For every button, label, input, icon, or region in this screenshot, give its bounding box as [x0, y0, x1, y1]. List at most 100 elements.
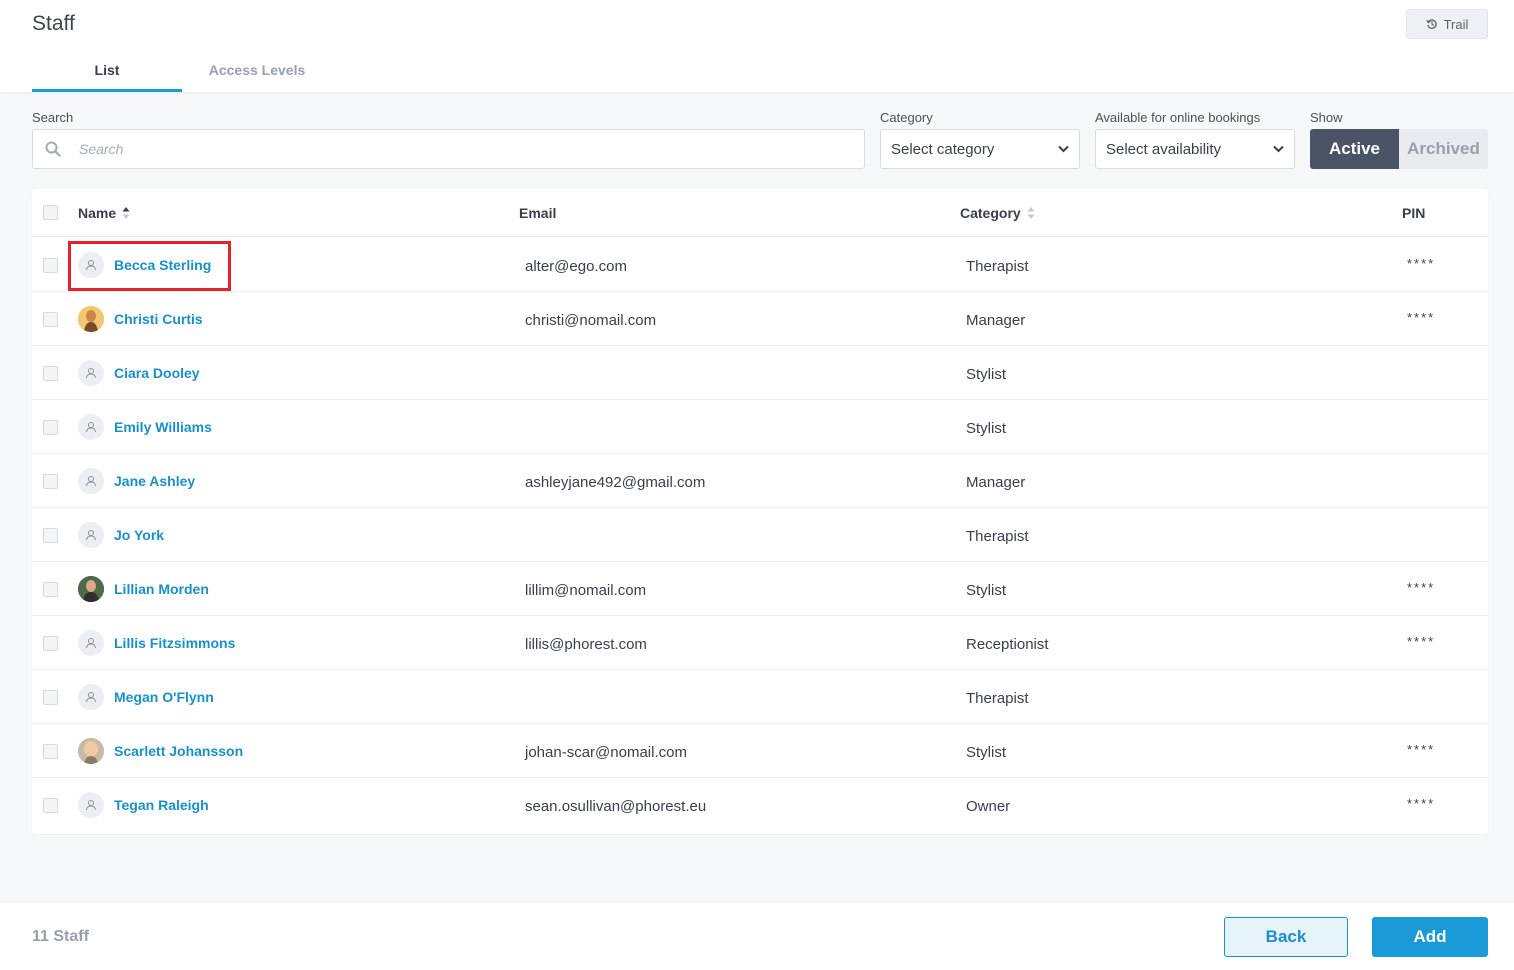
staff-category: Owner — [966, 798, 1011, 815]
table-row: Lillian Morden lillim@nomail.com Stylist… — [32, 562, 1488, 616]
row-checkbox[interactable] — [43, 474, 58, 489]
table-row: Tegan Raleigh sean.osullivan@phorest.eu … — [32, 778, 1488, 832]
search-input[interactable] — [79, 141, 839, 157]
table-row: Christi Curtis christi@nomail.com Manage… — [32, 292, 1488, 346]
availability-select-value: Select availability — [1106, 140, 1222, 158]
row-checkbox[interactable] — [43, 690, 58, 705]
show-archived-option[interactable]: Archived — [1399, 129, 1488, 169]
staff-category: Stylist — [966, 366, 1007, 383]
staff-name-link[interactable]: Lillian Morden — [114, 581, 209, 597]
staff-name-link[interactable]: Megan O'Flynn — [114, 689, 214, 705]
row-checkbox[interactable] — [43, 636, 58, 651]
staff-category: Therapist — [966, 258, 1029, 275]
staff-name-link[interactable]: Becca Sterling — [114, 257, 211, 273]
tab-bar: List Access Levels — [32, 54, 332, 92]
row-checkbox[interactable] — [43, 420, 58, 435]
row-checkbox[interactable] — [43, 312, 58, 327]
column-header-email: Email — [519, 205, 556, 221]
staff-name-link[interactable]: Emily Williams — [114, 419, 212, 435]
category-filter-label: Category — [880, 110, 933, 125]
trail-label: Trail — [1443, 16, 1469, 32]
column-header-name[interactable]: Name — [78, 205, 130, 221]
table-header: Name Email Category PIN — [32, 189, 1488, 237]
row-checkbox[interactable] — [43, 798, 58, 813]
person-photo-icon — [78, 576, 104, 602]
chevron-down-icon — [1058, 145, 1069, 153]
tab-list[interactable]: List — [32, 54, 182, 92]
staff-name-link[interactable]: Jane Ashley — [114, 473, 195, 489]
staff-email: sean.osullivan@phorest.eu — [525, 798, 707, 815]
table-row: Jo York Therapist — [32, 508, 1488, 562]
staff-category: Manager — [966, 474, 1026, 491]
user-icon — [86, 800, 96, 811]
staff-name-link[interactable]: Tegan Raleigh — [114, 797, 209, 813]
category-select[interactable]: Select category — [880, 129, 1080, 169]
staff-category: Stylist — [966, 744, 1007, 761]
staff-email: lillis@phorest.com — [525, 636, 647, 653]
user-icon — [86, 476, 96, 487]
staff-table: Name Email Category PIN Becca Sterling a… — [32, 189, 1488, 834]
row-checkbox[interactable] — [43, 528, 58, 543]
staff-name-link[interactable]: Christi Curtis — [114, 311, 203, 327]
table-row: Emily Williams Stylist — [32, 400, 1488, 454]
staff-category: Stylist — [966, 582, 1007, 599]
staff-category: Therapist — [966, 690, 1029, 707]
column-header-pin: PIN — [1402, 205, 1425, 221]
avatar — [78, 684, 104, 710]
column-header-category[interactable]: Category — [960, 205, 1035, 221]
show-active-option[interactable]: Active — [1310, 129, 1399, 169]
avatar-photo — [78, 306, 104, 332]
search-label: Search — [32, 110, 74, 125]
row-checkbox[interactable] — [43, 744, 58, 759]
table-row: Lillis Fitzsimmons lillis@phorest.com Re… — [32, 616, 1488, 670]
staff-pin: **** — [1407, 796, 1436, 811]
page-header: Staff Trail List Access Levels — [0, 0, 1514, 92]
table-row: Becca Sterling alter@ego.com Therapist *… — [32, 238, 1488, 292]
search-icon — [33, 141, 73, 157]
table-row: Jane Ashley ashleyjane492@gmail.com Mana… — [32, 454, 1488, 508]
user-icon — [86, 368, 96, 379]
column-header-category-label: Category — [960, 205, 1021, 221]
column-header-name-label: Name — [78, 205, 117, 221]
row-checkbox[interactable] — [43, 366, 58, 381]
user-icon — [86, 530, 96, 541]
avatar — [78, 252, 104, 278]
row-checkbox[interactable] — [43, 258, 58, 273]
column-header-email-label: Email — [519, 205, 557, 221]
avatar — [78, 414, 104, 440]
staff-category: Manager — [966, 312, 1026, 329]
show-filter-label: Show — [1310, 110, 1343, 125]
staff-name-link[interactable]: Scarlett Johansson — [114, 743, 243, 759]
staff-name-link[interactable]: Lillis Fitzsimmons — [114, 635, 235, 651]
staff-count: 11 Staff — [32, 928, 89, 945]
person-photo-icon — [78, 738, 104, 764]
user-icon — [86, 638, 96, 649]
column-header-pin-label: PIN — [1402, 205, 1426, 221]
staff-email: johan-scar@nomail.com — [525, 744, 687, 761]
avatar — [78, 522, 104, 548]
availability-select[interactable]: Select availability — [1095, 129, 1295, 169]
add-button[interactable]: Add — [1372, 917, 1488, 957]
trail-button[interactable]: Trail — [1406, 9, 1488, 39]
search-box[interactable] — [32, 129, 865, 169]
page-footer: 11 Staff Back Add — [0, 901, 1514, 970]
select-all-checkbox[interactable] — [43, 205, 58, 220]
user-icon — [86, 260, 96, 271]
staff-pin: **** — [1407, 634, 1436, 649]
category-select-value: Select category — [891, 140, 995, 158]
tab-access-levels[interactable]: Access Levels — [182, 54, 332, 92]
staff-name-link[interactable]: Ciara Dooley — [114, 365, 200, 381]
staff-pin: **** — [1407, 580, 1436, 595]
staff-category: Therapist — [966, 528, 1029, 545]
user-icon — [86, 692, 96, 703]
staff-email: alter@ego.com — [525, 258, 627, 275]
row-checkbox[interactable] — [43, 582, 58, 597]
availability-filter-label: Available for online bookings — [1095, 110, 1261, 125]
avatar — [78, 360, 104, 386]
page-title: Staff — [32, 12, 75, 35]
avatar-photo — [78, 738, 104, 764]
staff-name-link[interactable]: Jo York — [114, 527, 164, 543]
chevron-down-icon — [1273, 145, 1284, 153]
back-button[interactable]: Back — [1224, 917, 1348, 957]
staff-email: ashleyjane492@gmail.com — [525, 474, 706, 491]
